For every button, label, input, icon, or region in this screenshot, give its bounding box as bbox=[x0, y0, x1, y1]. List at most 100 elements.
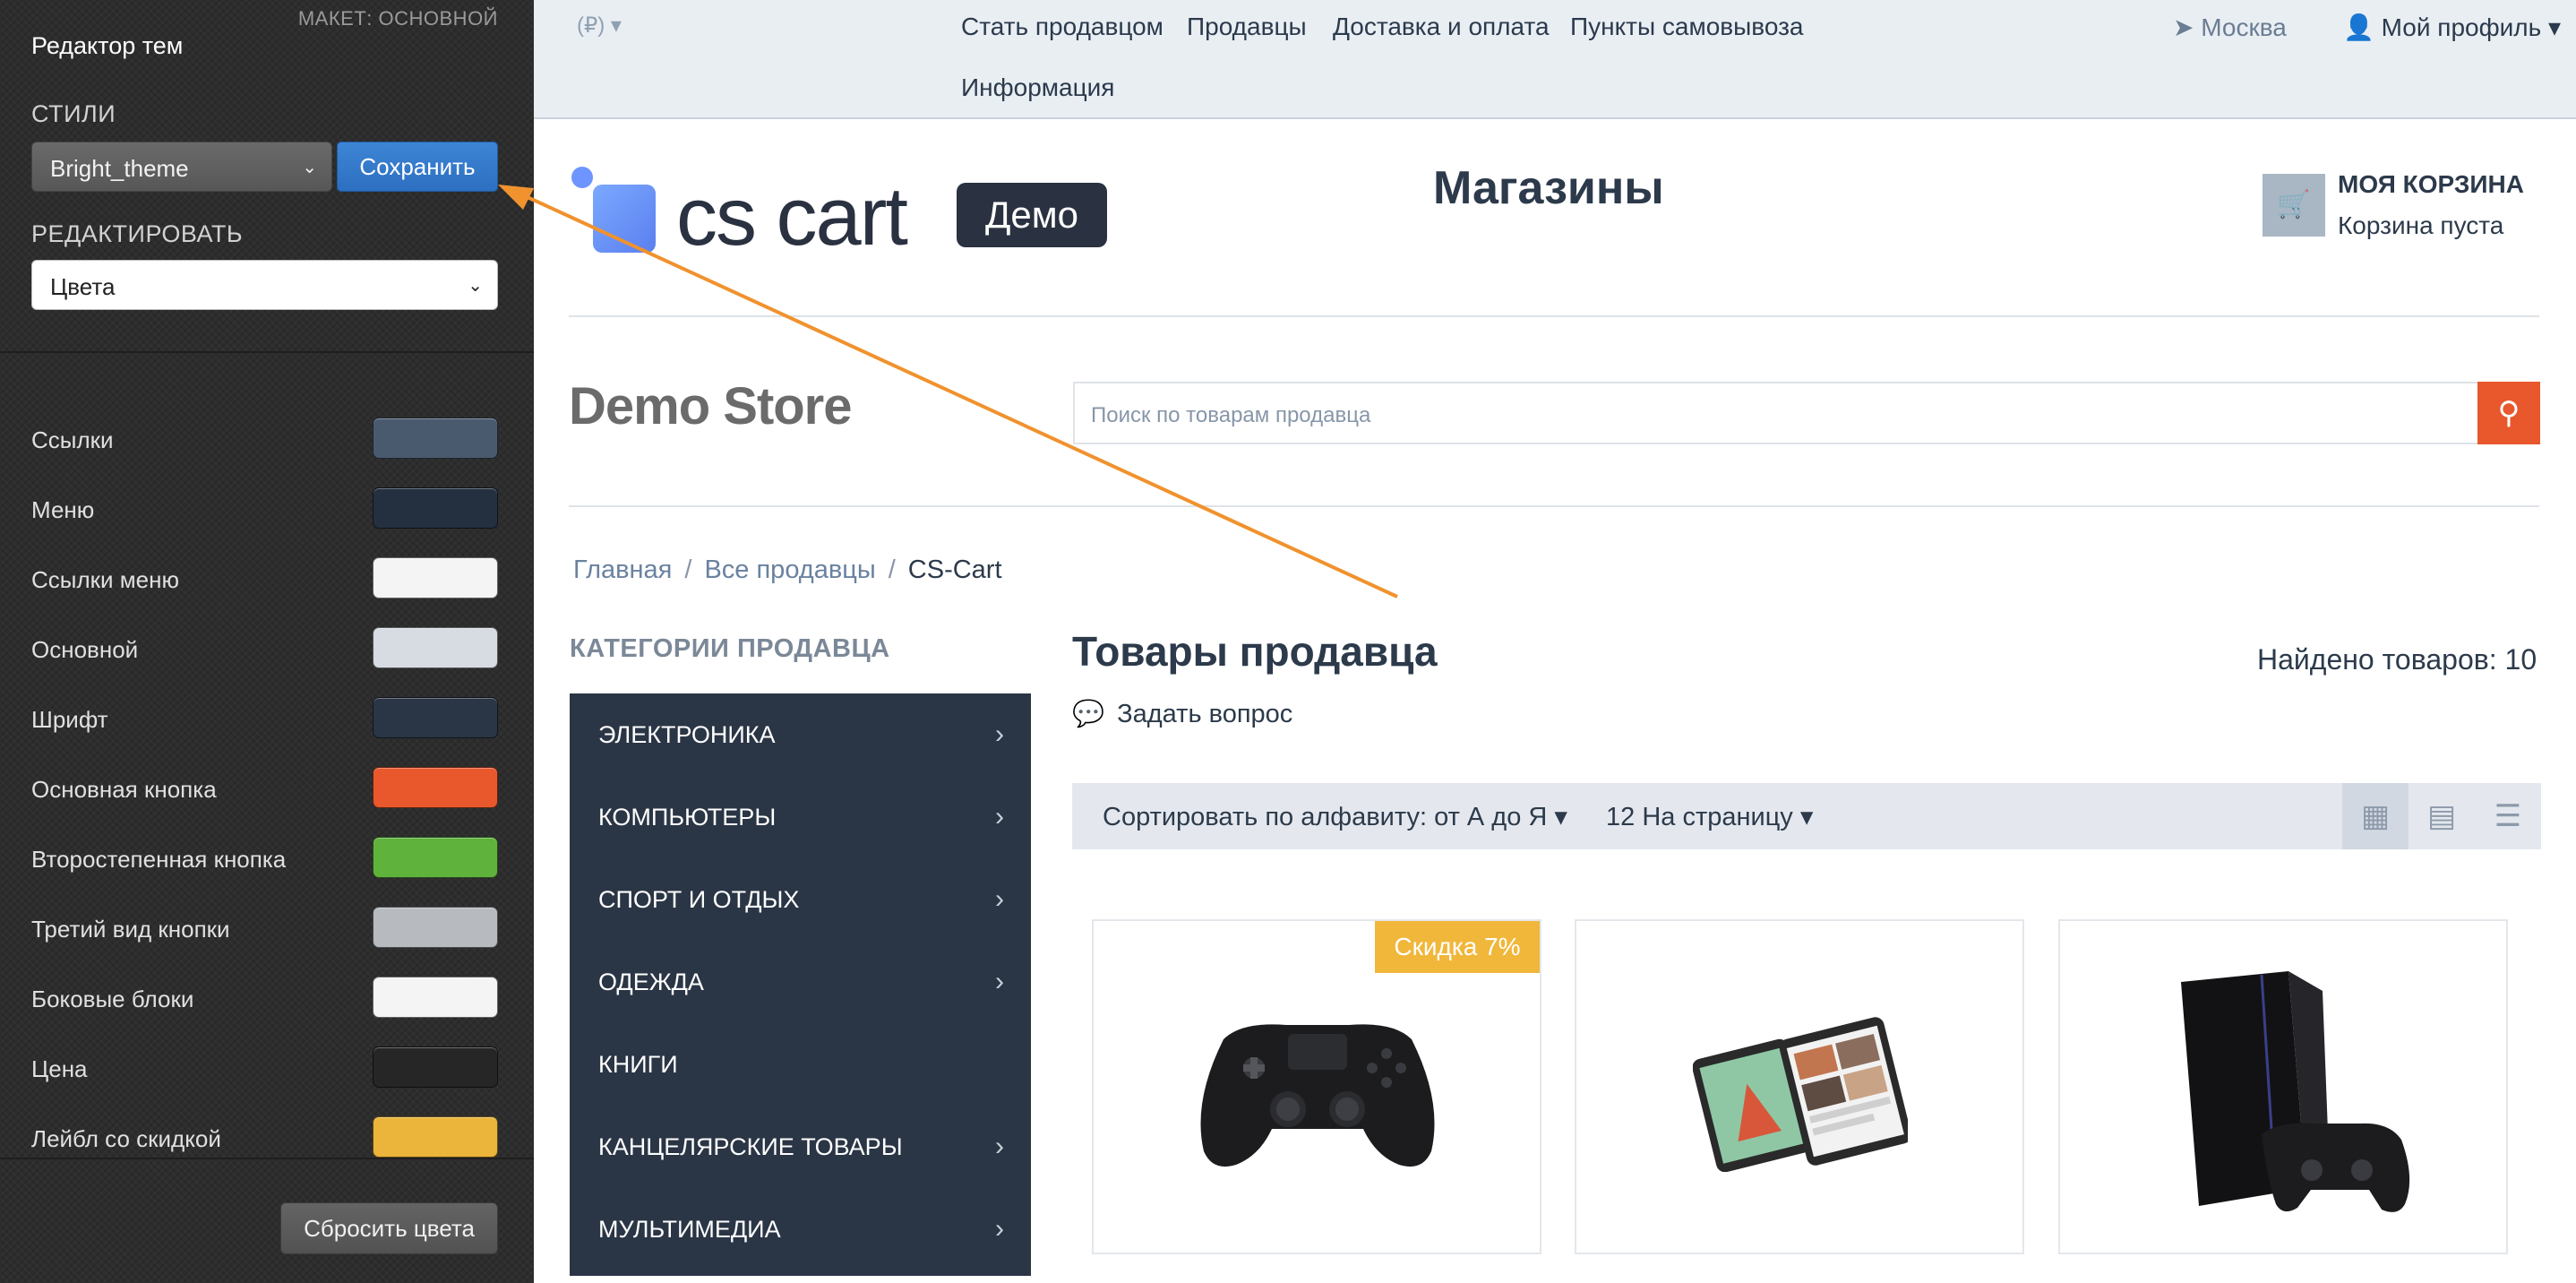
nav-pickup-points[interactable]: Пункты самовывоза bbox=[1570, 13, 1804, 41]
color-row-price: Цена bbox=[31, 1046, 498, 1091]
category-label: ЭЛЕКТРОНИКА bbox=[598, 721, 776, 748]
products-title: Товары продавца bbox=[1072, 628, 1438, 675]
editor-title: Редактор тем bbox=[31, 32, 184, 59]
styles-label: СТИЛИ bbox=[31, 100, 116, 127]
cart-icon[interactable]: 🛒 bbox=[2263, 174, 2325, 237]
nav-information[interactable]: Информация bbox=[961, 73, 1114, 102]
search-input[interactable]: Поиск по товарам продавца bbox=[1073, 382, 2477, 444]
products-count: Найдено товаров: 10 bbox=[2257, 643, 2537, 676]
color-label: Шрифт bbox=[31, 706, 108, 733]
product-card[interactable] bbox=[2058, 919, 2508, 1254]
per-page-label: 12 На страницу bbox=[1606, 803, 1793, 831]
color-row-primary-button: Основная кнопка bbox=[31, 767, 498, 812]
breadcrumb: Главная / Все продавцы / CS-Cart bbox=[573, 555, 1002, 585]
discount-badge: Скидка 7% bbox=[1375, 921, 1540, 973]
style-select[interactable]: Bright_theme ⌄ bbox=[31, 142, 332, 192]
grid-view-icon[interactable]: ▦ bbox=[2342, 783, 2409, 849]
search-icon[interactable]: ⚲ bbox=[2477, 382, 2540, 444]
category-label: ОДЕЖДА bbox=[598, 969, 704, 995]
cart-status: Корзина пуста bbox=[2338, 211, 2504, 239]
category-item[interactable]: СПОРТ И ОТДЫХ › bbox=[570, 858, 1031, 941]
breadcrumb-home[interactable]: Главная bbox=[573, 555, 672, 584]
logo-mark bbox=[593, 185, 656, 253]
color-label: Основной bbox=[31, 636, 139, 663]
color-label: Цена bbox=[31, 1055, 88, 1082]
chevron-down-icon: ⌄ bbox=[302, 158, 317, 177]
divider bbox=[0, 351, 534, 353]
user-icon: 👤 bbox=[2343, 13, 2374, 41]
logo-badge: Демо bbox=[957, 183, 1107, 247]
divider bbox=[569, 315, 2539, 317]
page-title: Магазины bbox=[1433, 162, 1664, 214]
product-card[interactable]: Скидка 7% bbox=[1092, 919, 1541, 1254]
color-swatch[interactable] bbox=[373, 1116, 498, 1158]
edit-label: РЕДАКТИРОВАТЬ bbox=[31, 220, 244, 247]
color-label: Ссылки меню bbox=[31, 566, 179, 593]
divider bbox=[569, 505, 2539, 507]
category-label: КОМПЬЮТЕРЫ bbox=[598, 804, 777, 831]
ask-question-link[interactable]: 💬 Задать вопрос bbox=[1072, 699, 1292, 729]
profile-menu[interactable]: 👤 Мой профиль ▾ bbox=[2343, 13, 2561, 42]
color-swatch[interactable] bbox=[373, 837, 498, 878]
breadcrumb-separator: / bbox=[888, 555, 896, 584]
compact-list-icon[interactable]: ☰ bbox=[2475, 783, 2541, 849]
category-menu: ЭЛЕКТРОНИКА › КОМПЬЮТЕРЫ › СПОРТ И ОТДЫХ › … bbox=[570, 693, 1031, 1276]
color-label: Основная кнопка bbox=[31, 776, 217, 803]
location-selector[interactable]: ➤ Москва bbox=[2173, 13, 2287, 42]
color-swatch[interactable] bbox=[373, 627, 498, 668]
profile-label: Мой профиль bbox=[2381, 13, 2542, 41]
category-item[interactable]: ЭЛЕКТРОНИКА › bbox=[570, 693, 1031, 776]
product-card[interactable] bbox=[1575, 919, 2024, 1254]
nav-sellers[interactable]: Продавцы bbox=[1187, 13, 1307, 41]
currency-label: (₽) bbox=[577, 13, 605, 38]
sort-dropdown[interactable]: Сортировать по алфавиту: от А до Я ▾ bbox=[1103, 801, 1567, 832]
color-row-menu: Меню bbox=[31, 487, 498, 532]
cart-title[interactable]: МОЯ КОРЗИНА bbox=[2338, 170, 2524, 199]
chevron-right-icon: › bbox=[995, 967, 1004, 996]
currency-selector[interactable]: (₽) ▾ bbox=[577, 13, 622, 39]
breadcrumb-all-sellers[interactable]: Все продавцы bbox=[704, 555, 875, 584]
color-row-tertiary-button: Третий вид кнопки bbox=[31, 907, 498, 951]
save-button[interactable]: Сохранить bbox=[337, 142, 498, 192]
top-bar: (₽) ▾ Стать продавцом Продавцы Доставка … bbox=[534, 0, 2576, 119]
category-item[interactable]: МУЛЬТИМЕДИА › bbox=[570, 1188, 1031, 1270]
color-row-base: Основной bbox=[31, 627, 498, 672]
reset-colors-button[interactable]: Сбросить цвета bbox=[280, 1202, 498, 1254]
color-swatch[interactable] bbox=[373, 487, 498, 529]
site-logo[interactable]: cs cart bbox=[676, 170, 908, 264]
sort-toolbar: Сортировать по алфавиту: от А до Я ▾ 12 … bbox=[1072, 783, 2541, 849]
color-swatch[interactable] bbox=[373, 557, 498, 598]
nav-become-seller[interactable]: Стать продавцом bbox=[961, 13, 1163, 41]
color-swatch[interactable] bbox=[373, 1046, 498, 1088]
chevron-right-icon: › bbox=[995, 884, 1004, 914]
product-image-tablets bbox=[1693, 1017, 1908, 1172]
color-row-discount-label: Лейбл со скидкой bbox=[31, 1116, 498, 1161]
chevron-right-icon: › bbox=[995, 719, 1004, 749]
list-view-icon[interactable]: ▤ bbox=[2409, 783, 2475, 849]
color-swatch[interactable] bbox=[373, 697, 498, 738]
nav-delivery-payment[interactable]: Доставка и оплата bbox=[1333, 13, 1550, 41]
color-swatch[interactable] bbox=[373, 977, 498, 1018]
category-label: КНИГИ bbox=[598, 1051, 678, 1078]
divider bbox=[0, 1158, 534, 1159]
color-row-secondary-button: Второстепенная кнопка bbox=[31, 837, 498, 882]
category-item[interactable]: КОМПЬЮТЕРЫ › bbox=[570, 776, 1031, 858]
color-label: Боковые блоки bbox=[31, 986, 194, 1012]
color-row-font: Шрифт bbox=[31, 697, 498, 742]
edit-select[interactable]: Цвета ⌄ bbox=[31, 260, 498, 310]
category-item[interactable]: КНИГИ bbox=[570, 1023, 1031, 1106]
color-label: Второстепенная кнопка bbox=[31, 846, 287, 873]
category-item[interactable]: ОДЕЖДА › bbox=[570, 941, 1031, 1023]
logo-dot bbox=[571, 167, 593, 188]
per-page-dropdown[interactable]: 12 На страницу ▾ bbox=[1606, 801, 1813, 832]
category-item[interactable]: КАНЦЕЛЯРСКИЕ ТОВАРЫ › bbox=[570, 1106, 1031, 1188]
product-image-game-console bbox=[2181, 971, 2410, 1212]
color-swatch[interactable] bbox=[373, 907, 498, 948]
breadcrumb-current: CS-Cart bbox=[907, 555, 1002, 584]
color-swatch[interactable] bbox=[373, 418, 498, 459]
vendor-logo[interactable]: Demo Store bbox=[569, 376, 853, 436]
color-swatch[interactable] bbox=[373, 767, 498, 808]
ask-question-label: Задать вопрос bbox=[1117, 700, 1293, 728]
breadcrumb-separator: / bbox=[684, 555, 692, 584]
edit-select-value: Цвета bbox=[50, 273, 116, 300]
